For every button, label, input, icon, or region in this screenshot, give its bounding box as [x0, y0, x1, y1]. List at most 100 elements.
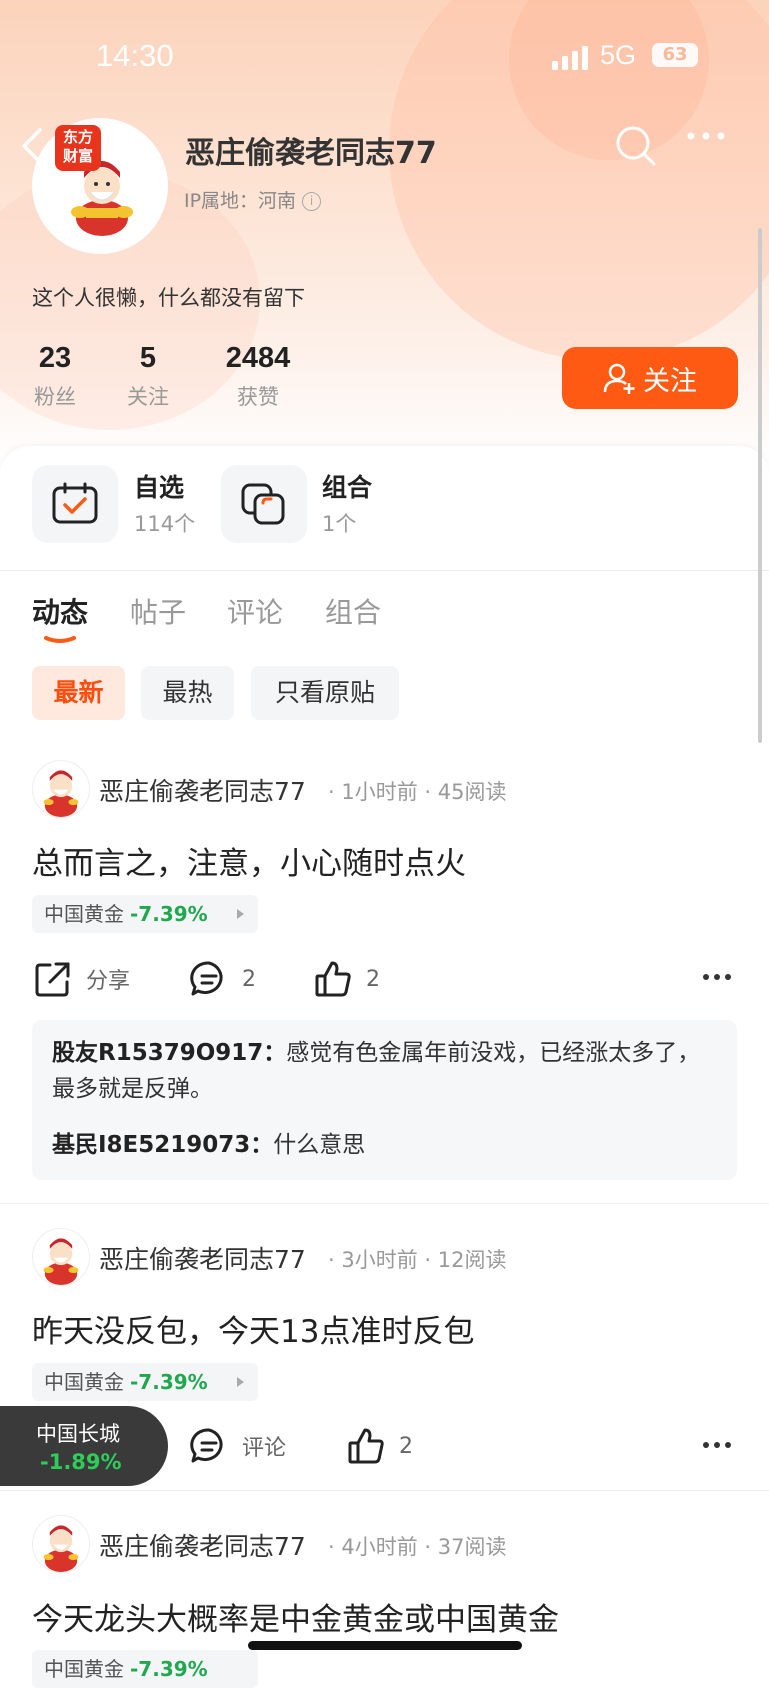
share-icon [35, 962, 70, 997]
filter-hot[interactable]: 最热 [141, 666, 234, 720]
active-tab-indicator [44, 636, 76, 643]
watchlist-icon [52, 482, 98, 524]
filter-latest[interactable]: 最新 [32, 666, 125, 720]
like-count: 2 [399, 1433, 413, 1459]
post-author[interactable]: 恶庄偷袭老同志77 [99, 1527, 306, 1563]
stock-tag[interactable]: 中国黄金 -7.39% [32, 1363, 258, 1401]
avatar-illustration [43, 1525, 79, 1572]
comment-icon [190, 1428, 223, 1463]
avatar-illustration [43, 1238, 79, 1285]
comment-text: 什么意思 [273, 1132, 366, 1158]
comment-item: 股友R15379O917：感觉有色金属年前没戏，已经涨太多了，最多就是反弹。 [52, 1035, 712, 1107]
comment-user[interactable]: 股友R15379O917： [52, 1040, 286, 1066]
portfolio-count: 1个 [322, 512, 357, 536]
comment-button[interactable]: 2 [190, 960, 256, 998]
comment-item: 基民I8E5219073：什么意思 [52, 1127, 712, 1163]
more-icon[interactable] [686, 130, 726, 142]
follow-button[interactable]: 关注 [562, 347, 738, 409]
floating-stock-name: 中国长城 [36, 1422, 120, 1446]
stock-change: -7.39% [130, 902, 208, 926]
tab-posts[interactable]: 帖子 [130, 591, 186, 631]
network-type: 5G [600, 40, 637, 70]
profile-name: 恶庄偷袭老同志77 [185, 136, 437, 171]
logo-text: 财富 [62, 147, 93, 165]
post-avatar[interactable] [32, 760, 90, 818]
status-bar: 14:30 5G 63 [0, 38, 769, 78]
divider [0, 1490, 769, 1491]
battery-icon: 63 [652, 43, 698, 67]
profile-bio: 这个人很懒，什么都没有留下 [32, 286, 305, 310]
tab-comments[interactable]: 评论 [227, 591, 283, 631]
thumbs-up-icon [315, 961, 351, 997]
thumbs-up-icon [348, 1428, 384, 1464]
stock-tag[interactable]: 中国黄金 -7.39% [32, 1650, 258, 1688]
stock-name: 中国黄金 [44, 1370, 124, 1394]
post-text[interactable]: 昨天没反包，今天13点准时反包 [32, 1306, 474, 1351]
avatar-illustration [43, 770, 79, 817]
follow-label: 关注 [643, 365, 697, 397]
watchlist-button[interactable] [32, 465, 118, 543]
post-avatar[interactable] [32, 1515, 90, 1573]
post-text[interactable]: 总而言之，注意，小心随时点火 [32, 838, 466, 883]
comment-user[interactable]: 基民I8E5219073： [52, 1132, 273, 1158]
like-count: 2 [366, 966, 380, 992]
stock-name: 中国黄金 [44, 902, 124, 926]
like-button[interactable]: 2 [347, 1427, 413, 1465]
filter-original-only[interactable]: 只看原贴 [251, 666, 399, 720]
comment-label: 评论 [242, 1436, 287, 1461]
more-icon[interactable] [702, 973, 732, 981]
watchlist-title[interactable]: 自选 [134, 468, 184, 504]
eastmoney-logo: 东方 财富 [55, 125, 101, 171]
info-icon[interactable]: i [302, 192, 322, 211]
share-label: 分享 [86, 969, 131, 994]
watchlist-count: 114个 [134, 512, 196, 536]
tab-activity[interactable]: 动态 [32, 591, 88, 631]
stat-following[interactable]: 5 关注 [125, 342, 171, 411]
post-avatar[interactable] [32, 1228, 90, 1286]
divider [0, 1203, 769, 1204]
scrollbar[interactable] [758, 228, 762, 743]
stock-change: -7.39% [130, 1370, 208, 1394]
logo-text: 东方 [62, 128, 93, 146]
comment-preview[interactable]: 股友R15379O917：感觉有色金属年前没戏，已经涨太多了，最多就是反弹。 基… [32, 1020, 737, 1180]
stock-tag[interactable]: 中国黄金 -7.39% [32, 895, 258, 933]
stock-name: 中国黄金 [44, 1657, 124, 1681]
stock-change: -7.39% [130, 1657, 208, 1681]
portfolio-icon [241, 483, 285, 525]
divider [0, 570, 769, 571]
ip-location: IP属地：河南 i [184, 186, 322, 213]
portfolio-button[interactable] [221, 465, 307, 543]
ip-location-text: IP属地：河南 [184, 190, 297, 212]
post-text[interactable]: 今天龙头大概率是中金黄金或中国黄金 [32, 1594, 559, 1639]
stat-label: 获赞 [237, 385, 279, 409]
comment-button[interactable]: 评论 [190, 1427, 286, 1465]
add-user-icon [603, 363, 635, 394]
share-button[interactable]: 分享 [34, 960, 130, 998]
stat-fans[interactable]: 23 粉丝 [32, 342, 78, 411]
post-meta: · 1小时前 · 45阅读 [328, 780, 507, 804]
status-time: 14:30 [96, 38, 174, 73]
comment-count: 2 [242, 966, 256, 992]
stat-value: 5 [139, 342, 157, 374]
stat-likes[interactable]: 2484 获赞 [215, 342, 301, 411]
post-author[interactable]: 恶庄偷袭老同志77 [99, 1240, 306, 1276]
like-button[interactable]: 2 [314, 960, 380, 998]
tab-portfolio[interactable]: 组合 [325, 591, 381, 631]
post-meta: · 4小时前 · 37阅读 [328, 1535, 507, 1559]
portfolio-title[interactable]: 组合 [322, 468, 372, 504]
stat-value: 23 [38, 342, 72, 374]
search-icon[interactable] [614, 124, 658, 168]
signal-icon [552, 46, 588, 70]
comment-icon [190, 961, 223, 996]
stat-label: 关注 [127, 385, 169, 409]
chevron-right-icon [237, 909, 244, 919]
stat-value: 2484 [225, 342, 291, 374]
home-indicator[interactable] [248, 1641, 522, 1650]
stat-label: 粉丝 [34, 385, 76, 409]
post-author[interactable]: 恶庄偷袭老同志77 [99, 772, 306, 808]
floating-stock-widget[interactable]: 中国长城 -1.89% [0, 1406, 168, 1486]
more-icon[interactable] [702, 1441, 732, 1449]
floating-stock-change: -1.89% [40, 1450, 122, 1474]
chevron-right-icon [237, 1377, 244, 1387]
post-meta: · 3小时前 · 12阅读 [328, 1248, 507, 1272]
